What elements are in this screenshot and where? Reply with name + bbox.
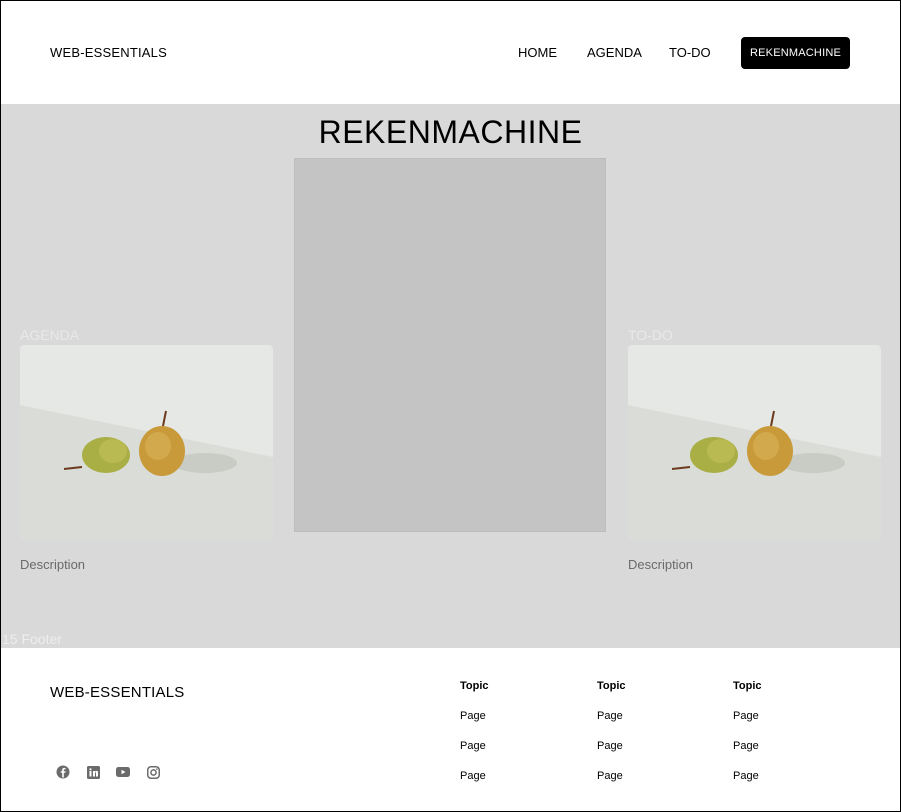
footer-column-topic: Topic [597, 680, 626, 692]
nav-home-link[interactable]: HOME [518, 45, 557, 60]
nav-todo-link[interactable]: TO-DO [669, 45, 711, 60]
nav-agenda-link[interactable]: AGENDA [587, 45, 642, 60]
instagram-icon[interactable] [145, 764, 161, 780]
pears-image [628, 345, 881, 540]
todo-card-description: Description [628, 557, 694, 572]
footer-page-link[interactable]: Page [733, 770, 759, 782]
footer-page-link[interactable]: Page [597, 710, 623, 722]
footer-column-topic: Topic [460, 680, 489, 692]
footer-page-link[interactable]: Page [597, 740, 623, 752]
page-title: REKENMACHINE [318, 114, 583, 150]
calculator-panel[interactable] [294, 158, 606, 532]
agenda-card-label: AGENDA [20, 327, 80, 343]
rekenmachine-button[interactable]: REKENMACHINE [741, 37, 850, 69]
facebook-icon[interactable] [55, 764, 71, 780]
todo-card-image[interactable] [628, 345, 881, 540]
linkedin-icon[interactable] [85, 764, 101, 780]
footer-page-link[interactable]: Page [733, 740, 759, 752]
footer-section-label: 15 Footer [2, 631, 62, 647]
youtube-icon[interactable] [115, 764, 131, 780]
footer-page-link[interactable]: Page [460, 710, 486, 722]
todo-card-label: TO-DO [628, 327, 673, 343]
pears-image [20, 345, 273, 540]
main-content: REKENMACHINE AGENDA Description TO-DO De… [0, 104, 901, 648]
agenda-card-image[interactable] [20, 345, 273, 540]
footer-page-link[interactable]: Page [733, 710, 759, 722]
footer-brand-logo[interactable]: WEB-ESSENTIALS [50, 684, 185, 701]
site-footer: WEB-ESSENTIALS Topic Page Page Page Topi… [0, 648, 901, 812]
footer-page-link[interactable]: Page [597, 770, 623, 782]
footer-page-link[interactable]: Page [460, 740, 486, 752]
agenda-card-description: Description [20, 557, 86, 572]
site-header: WEB-ESSENTIALS HOME AGENDA TO-DO REKENMA… [0, 0, 901, 104]
footer-page-link[interactable]: Page [460, 770, 486, 782]
footer-column-topic: Topic [733, 680, 762, 692]
header-brand-logo[interactable]: WEB-ESSENTIALS [50, 45, 167, 60]
